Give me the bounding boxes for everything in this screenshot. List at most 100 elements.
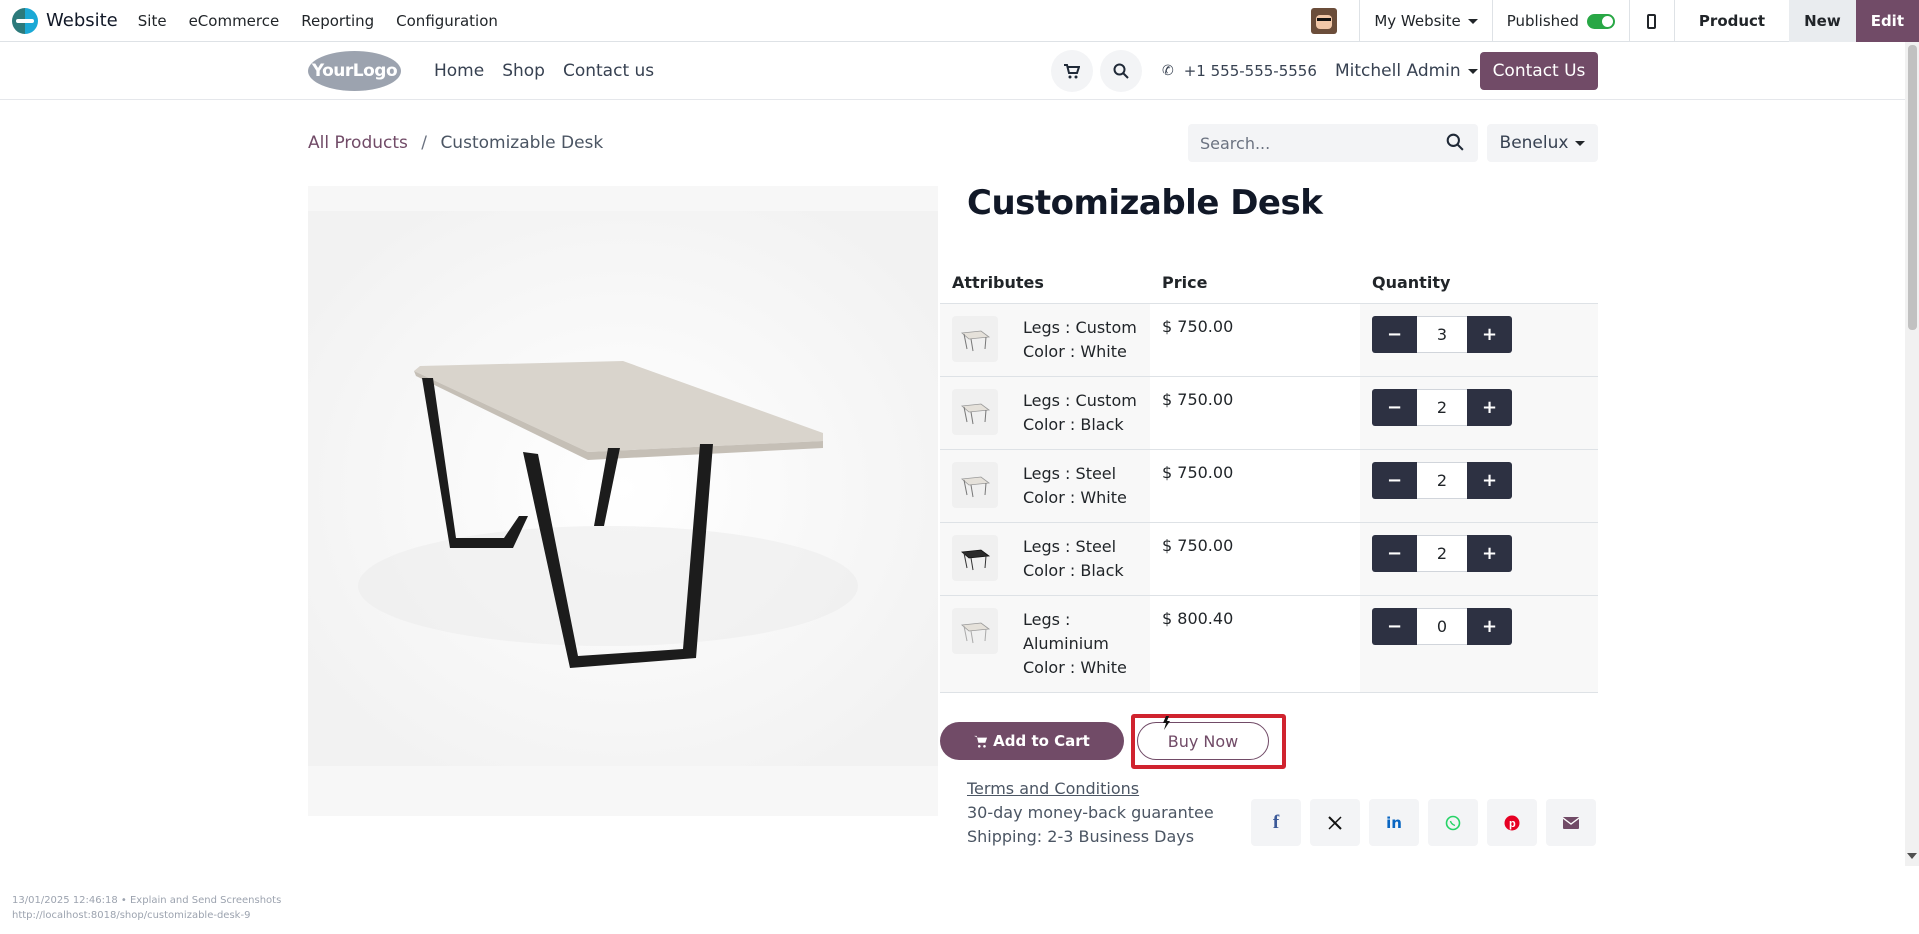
minus-icon[interactable]: − bbox=[1372, 316, 1417, 353]
facebook-icon[interactable]: f bbox=[1251, 799, 1301, 846]
scroll-down-arrow[interactable] bbox=[1907, 853, 1917, 859]
table-row: Legs : Custom Color : Black $ 750.00 − 2… bbox=[940, 377, 1598, 450]
table-row: Legs : Aluminium Color : White $ 800.40 … bbox=[940, 596, 1598, 693]
guarantee-text: 30-day money-back guarantee bbox=[967, 803, 1214, 822]
buy-now-button[interactable]: Buy Now bbox=[1137, 722, 1269, 760]
plus-icon[interactable]: + bbox=[1467, 462, 1512, 499]
minus-icon[interactable]: − bbox=[1372, 608, 1417, 645]
app-brand[interactable]: Website bbox=[12, 7, 118, 34]
quantity-cell: − 2 + bbox=[1360, 450, 1598, 522]
site-logo[interactable]: YourLogo bbox=[308, 51, 401, 91]
variant-thumbnail bbox=[952, 535, 998, 581]
pinterest-icon[interactable]: p bbox=[1487, 799, 1537, 846]
new-button[interactable]: New bbox=[1789, 0, 1856, 42]
minus-icon[interactable]: − bbox=[1372, 535, 1417, 572]
scrollbar-thumb[interactable] bbox=[1908, 45, 1917, 330]
quantity-stepper: − 3 + bbox=[1372, 316, 1586, 353]
menu-ecommerce[interactable]: eCommerce bbox=[189, 12, 280, 30]
quantity-stepper: − 2 + bbox=[1372, 462, 1586, 499]
cart-icon bbox=[974, 735, 988, 748]
plus-icon[interactable]: + bbox=[1467, 316, 1512, 353]
attr-line: Aluminium bbox=[1023, 634, 1109, 653]
attr-line: Legs : Steel bbox=[1023, 537, 1117, 556]
menu-site[interactable]: Site bbox=[138, 12, 167, 30]
variant-attributes: Legs : Custom Color : Black bbox=[1023, 389, 1137, 437]
quantity-input[interactable]: 2 bbox=[1417, 462, 1467, 499]
menu-configuration[interactable]: Configuration bbox=[396, 12, 498, 30]
price-cell: $ 750.00 bbox=[1150, 304, 1360, 376]
phone-number: +1 555-555-5556 bbox=[1183, 62, 1317, 80]
plus-icon[interactable]: + bbox=[1467, 535, 1512, 572]
header-attributes: Attributes bbox=[952, 273, 1044, 292]
contact-us-button[interactable]: Contact Us bbox=[1480, 52, 1598, 90]
publish-toggle[interactable]: Published bbox=[1493, 12, 1629, 30]
price-cell: $ 800.40 bbox=[1150, 596, 1360, 692]
quantity-cell: − 0 + bbox=[1360, 596, 1598, 692]
attr-line: Legs : bbox=[1023, 610, 1071, 629]
phone-icon: ✆ bbox=[1162, 63, 1174, 79]
whatsapp-icon[interactable] bbox=[1428, 799, 1478, 846]
product-title: Customizable Desk bbox=[967, 183, 1323, 223]
attributes-cell: Legs : Steel Color : White bbox=[940, 450, 1150, 522]
attr-line: Color : Black bbox=[1023, 415, 1124, 434]
table-row: Legs : Custom Color : White $ 750.00 − 3… bbox=[940, 304, 1598, 377]
quantity-input[interactable]: 3 bbox=[1417, 316, 1467, 353]
quantity-input[interactable]: 2 bbox=[1417, 535, 1467, 572]
product-button[interactable]: Product bbox=[1675, 0, 1789, 42]
site-search-button[interactable] bbox=[1100, 50, 1142, 92]
toggle-switch[interactable] bbox=[1586, 13, 1615, 29]
plus-icon[interactable]: + bbox=[1467, 608, 1512, 645]
search-input[interactable] bbox=[1188, 133, 1428, 153]
table-header: Attributes Price Quantity bbox=[940, 262, 1598, 304]
minus-icon[interactable]: − bbox=[1372, 389, 1417, 426]
add-to-cart-button[interactable]: Add to Cart bbox=[940, 722, 1124, 760]
cart-button[interactable] bbox=[1051, 50, 1093, 92]
minus-icon[interactable]: − bbox=[1372, 462, 1417, 499]
admin-navbar: Website Site eCommerce Reporting Configu… bbox=[0, 0, 1919, 42]
pricelist-label: Benelux bbox=[1499, 133, 1569, 153]
menu-reporting[interactable]: Reporting bbox=[301, 12, 374, 30]
breadcrumb: All Products / Customizable Desk bbox=[308, 133, 603, 153]
quantity-input[interactable]: 0 bbox=[1417, 608, 1467, 645]
edit-button[interactable]: Edit bbox=[1855, 0, 1919, 42]
plus-icon[interactable]: + bbox=[1467, 389, 1512, 426]
quantity-cell: − 2 + bbox=[1360, 523, 1598, 595]
email-icon[interactable] bbox=[1546, 799, 1596, 846]
breadcrumb-all-products[interactable]: All Products bbox=[308, 133, 408, 153]
header-quantity: Quantity bbox=[1372, 273, 1451, 292]
nav-contact[interactable]: Contact us bbox=[563, 61, 654, 81]
page-url: http://localhost:8018/shop/customizable-… bbox=[12, 910, 251, 921]
cart-icon bbox=[1064, 63, 1080, 78]
user-menu[interactable]: Mitchell Admin bbox=[1335, 61, 1478, 81]
x-icon[interactable] bbox=[1310, 799, 1360, 846]
search-icon[interactable] bbox=[1446, 133, 1464, 151]
attributes-cell: Legs : Custom Color : Black bbox=[940, 377, 1150, 449]
chevron-down-icon bbox=[1575, 140, 1586, 146]
terms-link[interactable]: Terms and Conditions bbox=[967, 779, 1139, 798]
pricelist-dropdown[interactable]: Benelux bbox=[1487, 124, 1598, 162]
attributes-cell: Legs : Steel Color : Black bbox=[940, 523, 1150, 595]
nav-shop[interactable]: Shop bbox=[502, 61, 545, 81]
website-selector[interactable]: My Website bbox=[1360, 12, 1491, 30]
phone-link[interactable]: ✆ +1 555-555-5556 bbox=[1162, 62, 1317, 80]
linkedin-icon[interactable]: in bbox=[1369, 799, 1419, 846]
attr-line: Color : Black bbox=[1023, 561, 1124, 580]
quantity-input[interactable]: 2 bbox=[1417, 389, 1467, 426]
variant-table: Attributes Price Quantity Legs : Custom … bbox=[940, 262, 1598, 693]
mobile-preview-button[interactable] bbox=[1630, 0, 1674, 42]
site-nav: Home Shop Contact us bbox=[434, 61, 672, 81]
product-search bbox=[1188, 124, 1478, 162]
site-header: YourLogo Home Shop Contact us ✆ +1 555-5… bbox=[0, 42, 1919, 100]
attributes-cell: Legs : Aluminium Color : White bbox=[940, 596, 1150, 692]
shipping-text: Shipping: 2-3 Business Days bbox=[967, 827, 1195, 846]
table-row: Legs : Steel Color : White $ 750.00 − 2 … bbox=[940, 450, 1598, 523]
website-selector-label: My Website bbox=[1374, 12, 1461, 30]
svg-text:p: p bbox=[1509, 818, 1516, 830]
nav-home[interactable]: Home bbox=[434, 61, 484, 81]
attr-line: Color : White bbox=[1023, 488, 1127, 507]
user-name: Mitchell Admin bbox=[1335, 61, 1461, 81]
add-to-cart-label: Add to Cart bbox=[993, 732, 1090, 750]
user-avatar[interactable] bbox=[1311, 8, 1338, 34]
published-label: Published bbox=[1506, 12, 1579, 30]
product-image bbox=[308, 186, 938, 816]
